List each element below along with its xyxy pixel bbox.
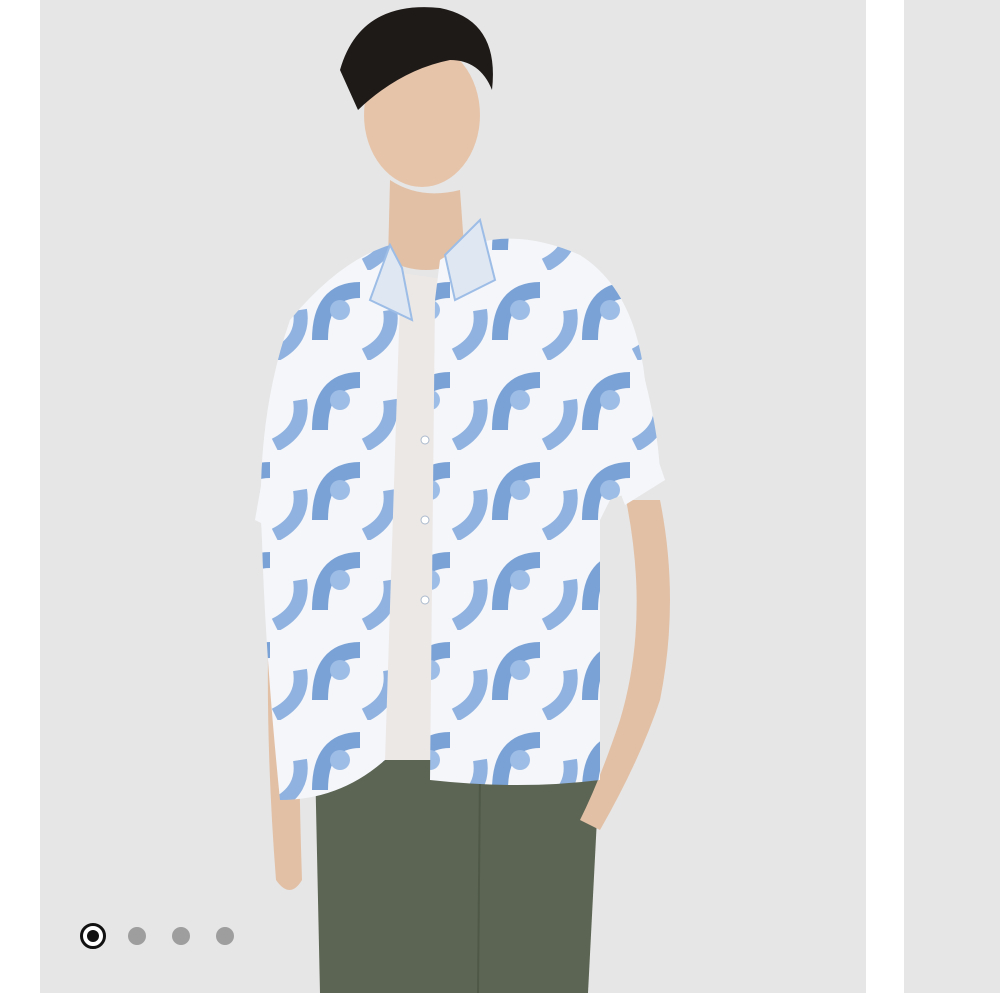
carousel-slide-next-peek[interactable]: [904, 0, 1000, 993]
product-gallery: [0, 0, 1000, 1000]
carousel-pagination: [40, 918, 260, 954]
carousel-slide-active[interactable]: [40, 0, 866, 993]
product-photo: [40, 0, 866, 993]
carousel-dot-3[interactable]: [172, 927, 190, 945]
carousel-dot-4[interactable]: [216, 927, 234, 945]
carousel-dot-1[interactable]: [80, 923, 106, 949]
carousel-dot-2[interactable]: [128, 927, 146, 945]
